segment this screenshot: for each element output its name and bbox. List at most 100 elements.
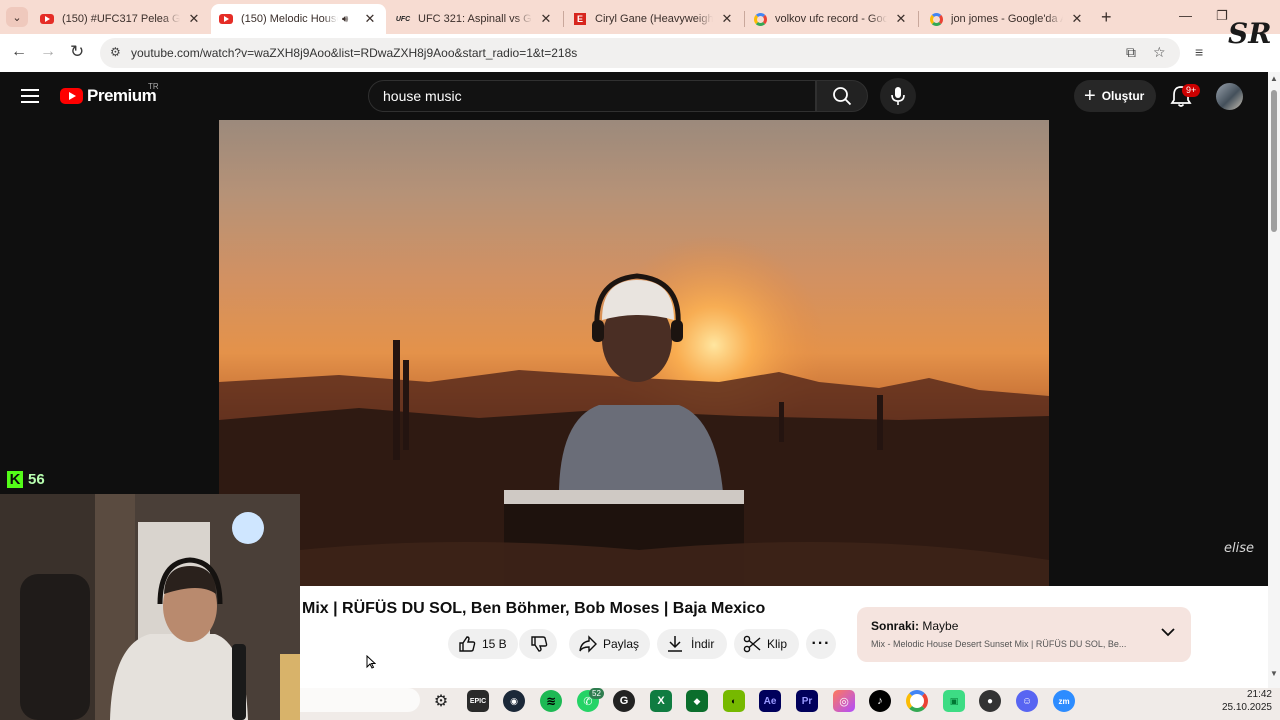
viewer-count: 56 <box>28 471 45 488</box>
dj-headphone-cup <box>592 320 604 342</box>
settings-gear-icon[interactable]: ⚙ <box>430 690 452 712</box>
speaker-icon[interactable]: 🔊︎ <box>342 14 356 25</box>
scissors-icon <box>743 635 761 653</box>
media-queue-icon[interactable]: ≡ <box>1195 44 1203 60</box>
steam-icon[interactable]: ◉ <box>503 690 525 712</box>
webcam-overlay <box>0 494 300 720</box>
kick-viewer-counter: K 56 <box>7 471 45 488</box>
obs-icon[interactable]: ● <box>979 690 1001 712</box>
download-label: İndir <box>691 637 715 651</box>
browser-tab-5[interactable]: volkov ufc record - Google ✕ <box>745 4 917 34</box>
nvidia-icon[interactable]: ◐ <box>723 690 745 712</box>
up-next-prefix: Sonraki: <box>871 619 920 633</box>
desk-cup <box>280 654 300 720</box>
clip-label: Klip <box>767 637 788 651</box>
discord-icon[interactable]: ☺ <box>1016 690 1038 712</box>
microphone-arm <box>232 644 246 720</box>
address-bar[interactable]: ⚙ youtube.com/watch?v=waZXH8j9Aoo&list=R… <box>100 38 1180 68</box>
close-tab-icon[interactable]: ✕ <box>362 11 378 27</box>
razer-icon[interactable]: ◆ <box>686 690 708 712</box>
browser-tab-6[interactable]: jon jomes - Google'da Ara ✕ <box>921 4 1093 34</box>
share-label: Paylaş <box>603 637 640 651</box>
epic-games-icon[interactable]: EPIC <box>467 690 489 712</box>
restore-icon[interactable]: ❐ <box>1216 8 1228 24</box>
g-hub-icon[interactable]: G <box>613 690 635 712</box>
like-button[interactable]: 15 B <box>448 629 518 659</box>
like-count: 15 B <box>482 637 507 651</box>
site-settings-icon[interactable]: ⚙ <box>110 45 121 59</box>
scroll-up-icon[interactable]: ▲ <box>1270 74 1278 83</box>
notifications-badge: 9+ <box>1182 84 1201 97</box>
download-button[interactable]: İndir <box>657 629 727 659</box>
search-input[interactable] <box>383 81 803 111</box>
channel-watermark[interactable]: elise <box>1224 541 1254 556</box>
video-title: Mix | RÜFÜS DU SOL, Ben Böhmer, Bob Mose… <box>302 600 766 617</box>
clock-date: 25.10.2025 <box>1221 702 1272 713</box>
scroll-down-icon[interactable]: ▼ <box>1270 669 1278 678</box>
taskbar-search-box[interactable] <box>300 688 420 712</box>
forward-arrow-icon[interactable]: → <box>40 43 56 61</box>
url-text[interactable]: youtube.com/watch?v=waZXH8j9Aoo&list=RDw… <box>131 46 577 60</box>
up-next-heading: Sonraki: Maybe <box>871 619 958 633</box>
tab-title: volkov ufc record - Google <box>775 13 887 25</box>
creative-cloud-icon[interactable]: ◎ <box>833 690 855 712</box>
kick-logo-icon: K <box>7 471 23 488</box>
browser-tab-1[interactable]: (150) #UFC317 Pelea Gratis ✕ <box>32 4 210 34</box>
install-app-icon[interactable]: ⧉ <box>1126 44 1136 61</box>
avatar[interactable] <box>1216 83 1243 110</box>
after-effects-icon[interactable]: Ae <box>759 690 781 712</box>
create-button[interactable]: + Oluştur <box>1074 80 1156 112</box>
clip-button[interactable]: Klip <box>734 629 799 659</box>
dj-headphone-cup <box>671 320 683 342</box>
back-arrow-icon[interactable]: ← <box>11 43 27 61</box>
youtube-icon <box>40 12 54 26</box>
dj-mixer <box>504 490 744 504</box>
browser-tab-4[interactable]: E Ciryl Gane (Heavyweight) MMA ✕ <box>565 4 743 34</box>
browser-tab-3[interactable]: UFC UFC 321: Aspinall vs Gane ✕ <box>388 4 562 34</box>
zoom-icon[interactable]: zm <box>1053 690 1075 712</box>
premiere-pro-icon[interactable]: Pr <box>796 690 818 712</box>
menu-icon[interactable] <box>21 89 39 103</box>
close-tab-icon[interactable]: ✕ <box>719 11 735 27</box>
close-tab-icon[interactable]: ✕ <box>1069 11 1085 27</box>
tiktok-icon[interactable]: ♪ <box>869 690 891 712</box>
video-player[interactable] <box>219 120 1049 586</box>
scrollbar-thumb[interactable] <box>1271 90 1277 232</box>
e-icon: E <box>573 12 587 26</box>
new-tab-icon[interactable]: + <box>1101 8 1112 26</box>
excel-icon[interactable]: X <box>650 690 672 712</box>
page-scrollbar[interactable]: ▲ ▼ <box>1268 72 1280 688</box>
up-next-title: Maybe <box>922 619 959 633</box>
android-icon[interactable]: ▣ <box>943 690 965 712</box>
search-box <box>368 80 816 112</box>
search-icon <box>833 87 852 106</box>
google-icon <box>929 12 943 26</box>
search-button[interactable] <box>816 80 868 112</box>
bookmark-star-icon[interactable]: ☆ <box>1153 44 1166 61</box>
browser-tab-2[interactable]: (150) Melodic House Desert 🔊︎ ✕ <box>211 4 386 34</box>
tab-title: Ciryl Gane (Heavyweight) MMA <box>595 13 713 25</box>
dislike-button[interactable] <box>519 629 557 659</box>
system-clock[interactable]: 21:42 25.10.2025 <box>1200 688 1272 714</box>
close-tab-icon[interactable]: ✕ <box>186 11 202 27</box>
ring-light <box>232 512 264 544</box>
voice-search-button[interactable] <box>880 78 916 114</box>
share-button[interactable]: Paylaş <box>569 629 650 659</box>
streamer-body <box>110 634 248 720</box>
close-tab-icon[interactable]: ✕ <box>538 11 554 27</box>
spotify-icon[interactable]: ≋ <box>540 690 562 712</box>
tab-title: UFC 321: Aspinall vs Gane <box>418 13 532 25</box>
chevron-down-icon[interactable] <box>1161 627 1175 637</box>
chrome-icon[interactable] <box>906 690 928 712</box>
up-next-card[interactable]: Sonraki: Maybe Mix - Melodic House Deser… <box>857 607 1191 662</box>
reload-icon[interactable]: ↻ <box>70 43 84 61</box>
close-tab-icon[interactable]: ✕ <box>893 11 909 27</box>
whatsapp-badge: 52 <box>589 688 604 699</box>
more-actions-icon[interactable]: ··· <box>806 629 836 659</box>
cactus <box>779 402 784 442</box>
gaming-chair <box>20 574 90 720</box>
tab-search-chevron-icon[interactable]: ⌄ <box>6 7 28 27</box>
youtube-logo[interactable]: Premium TR <box>60 82 159 106</box>
country-code: TR <box>148 82 159 91</box>
minimize-icon[interactable]: — <box>1179 8 1192 23</box>
